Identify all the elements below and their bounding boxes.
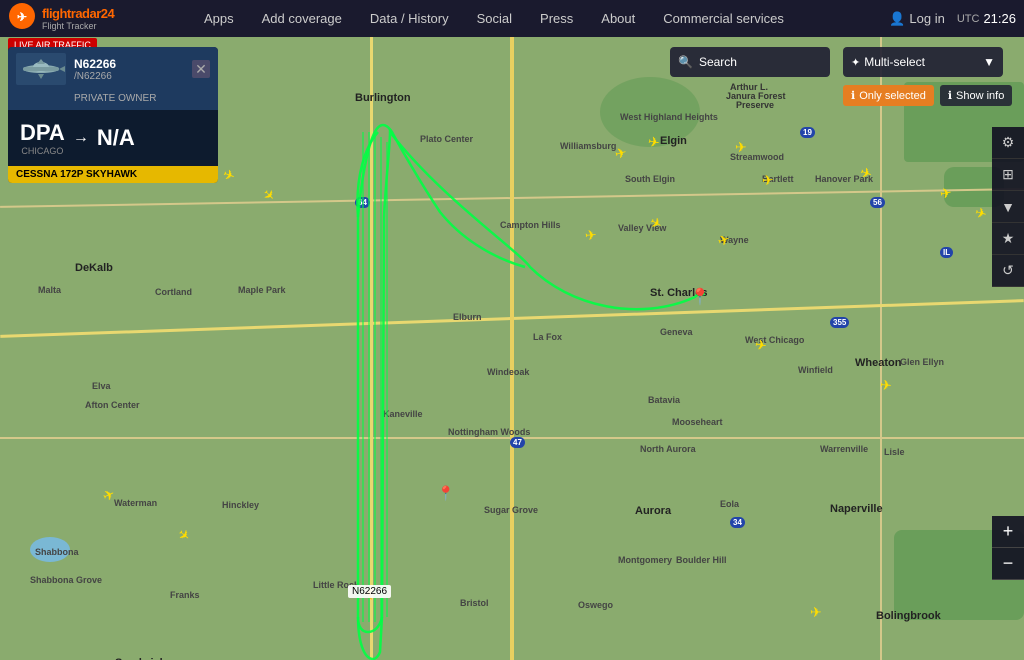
logo-area: ✈ flightradar24 Flight Tracker [0,0,190,37]
replay-button[interactable]: ↺ [992,255,1024,287]
only-selected-label: Only selected [859,90,926,102]
flight-route: DPA CHICAGO → N/A [8,110,218,166]
search-label: Search [699,55,737,69]
flight-panel-header: N62266 /N62266 ✕ [8,47,218,91]
show-info-label: Show info [956,90,1004,102]
from-code: DPA [20,120,65,146]
nav-right: 👤 Log in UTC 21:26 [889,11,1024,27]
zoom-out-button[interactable]: − [992,548,1024,580]
nav-add-coverage[interactable]: Add coverage [248,0,356,37]
nav-about[interactable]: About [587,0,649,37]
waypoint-pin-1: 📍 [690,287,710,307]
waypoint-pin-2: 📍 [437,485,454,502]
multiselect-dropdown[interactable]: ✦ Multi-select ▼ [843,47,1003,77]
logo-text: flightradar24 [42,6,114,21]
nav-press[interactable]: Press [526,0,587,37]
nav-apps[interactable]: Apps [190,0,248,37]
layers-button[interactable]: ⊞ [992,159,1024,191]
clock-display: 21:26 [983,11,1016,26]
multiselect-label: Multi-select [864,55,925,69]
flight-owner: PRIVATE OWNER [8,91,218,110]
info-icon: ℹ [851,89,855,102]
show-info-btn[interactable]: ℹ Show info [940,85,1013,106]
plane-icon-5: ✈ [735,139,747,156]
close-panel-button[interactable]: ✕ [192,60,210,78]
plane-icon-10: ✈ [584,227,597,245]
plane-icon-14: ✈ [879,377,892,395]
nav-commercial[interactable]: Commercial services [649,0,798,37]
flight-registration: /N62266 [74,71,192,82]
nav-social[interactable]: Social [463,0,526,37]
destination: N/A [97,125,135,151]
preserve-label: Preserve [736,100,774,110]
nav-data-history[interactable]: Data / History [356,0,463,37]
flight-callsign: N62266 [74,57,192,71]
only-selected-btn[interactable]: ℹ Only selected [843,85,934,106]
flight-label[interactable]: N62266 [348,585,391,598]
chevron-down-icon: ▼ [983,55,995,69]
navbar: ✈ flightradar24 Flight Tracker Apps Add … [0,0,1024,37]
plane-icon-6: ✈ [761,172,774,190]
plane-icon-17: ✈ [810,604,822,621]
right-toolbar: ⚙ ⊞ ▼ ★ ↺ [992,127,1024,287]
nav-items: Apps Add coverage Data / History Social … [190,0,889,37]
zoom-controls: + − [992,516,1024,580]
zoom-in-button[interactable]: + [992,516,1024,548]
departure: DPA CHICAGO [20,120,65,156]
to-code: N/A [97,125,135,151]
show-info-icon: ℹ [948,89,952,102]
settings-button[interactable]: ⚙ [992,127,1024,159]
star-button[interactable]: ★ [992,223,1024,255]
filter-bar: ℹ Only selected ℹ Show info [843,85,1012,106]
flight-info-panel: N62266 /N62266 ✕ PRIVATE OWNER DPA CHICA… [8,47,218,183]
utc-label: UTC [957,13,980,25]
search-icon: 🔍 [678,55,693,69]
login-label: Log in [909,11,944,26]
svg-text:✈: ✈ [17,10,27,24]
logo-icon: ✈ [8,2,36,30]
filter-button[interactable]: ▼ [992,191,1024,223]
multiselect-icon: ✦ [851,56,860,69]
logo-subtitle: Flight Tracker [42,21,114,31]
route-arrow-icon: → [73,129,89,147]
login-button[interactable]: 👤 Log in [889,11,945,27]
user-icon: 👤 [889,11,905,27]
from-city: CHICAGO [20,146,65,156]
search-bar[interactable]: 🔍 Search [670,47,830,77]
aircraft-thumbnail [16,53,66,85]
aircraft-type: CESSNA 172P SKYHAWK [8,166,218,183]
flight-id-area: N62266 /N62266 [74,57,192,82]
aircraft-image [17,54,65,84]
